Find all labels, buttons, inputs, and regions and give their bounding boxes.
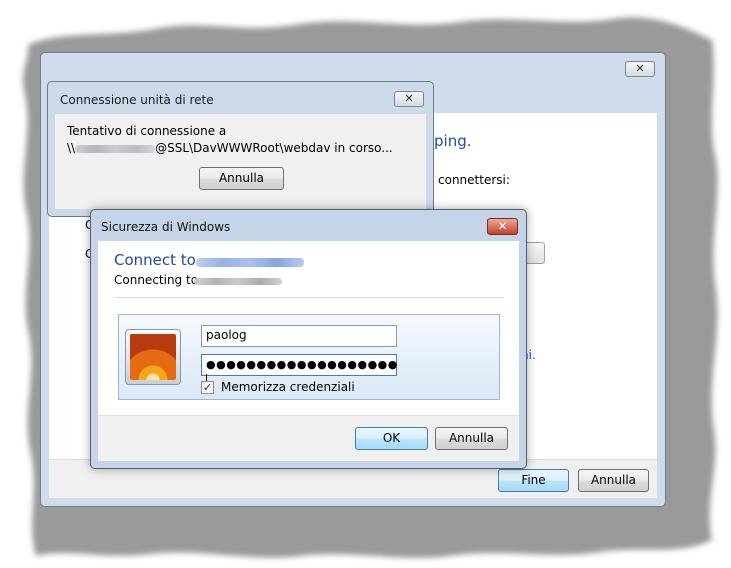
remember-label: Memorizza credenziali [221,380,355,394]
connecting-dialog: Connessione unità di rete ✕ Tentativo di… [47,81,434,217]
redacted-host-heading [196,258,304,267]
windows-security-dialog: Sicurezza di Windows ✕ Connect to Connec… [90,209,527,469]
redacted-server-name [75,144,156,153]
main-window-close-button[interactable]: ✕ [625,61,655,77]
connecting-to-text: Connecting to [114,273,199,287]
redacted-host-sub [194,278,282,285]
connecting-dialog-close-button[interactable]: ✕ [394,91,424,107]
connecting-message-line2: \\ @SSL\DavWWWRoot\webdav in corso... [67,141,393,155]
flower-icon [130,334,176,380]
main-cancel-button[interactable]: Annulla [578,469,649,492]
ok-button[interactable]: OK [355,427,428,450]
main-window-instruction: connettersi: [438,173,510,187]
connecting-message-suffix: @SSL\DavWWWRoot\webdav in corso... [155,141,393,155]
security-dialog-title: Sicurezza di Windows [101,220,231,234]
credential-tile: paolog ●●●●●●●●●●●●●●●●●●● ✓ Memorizza c… [118,314,500,400]
username-field[interactable]: paolog [201,325,397,347]
connecting-dialog-title: Connessione unità di rete [60,93,214,107]
connecting-dialog-body: Tentativo di connessione a \\ @SSL\DavWWW… [55,114,426,209]
main-window-titlebar [41,53,665,83]
security-dialog-close-button[interactable]: ✕ [487,218,518,235]
password-field[interactable]: ●●●●●●●●●●●●●●●●●●● [201,354,398,387]
finish-button[interactable]: Fine [498,469,569,492]
password-mask: ●●●●●●●●●●●●●●●●●●● [206,358,398,371]
remember-checkbox[interactable]: ✓ [201,381,214,394]
main-window-heading: ping. [434,132,472,150]
user-avatar [125,329,181,385]
security-dialog-footer: OK Annulla [98,415,519,461]
connecting-message-prefix: \\ [67,141,76,155]
connect-to-heading: Connect to [114,251,196,269]
connecting-cancel-button[interactable]: Annulla [199,167,284,190]
connecting-message-line1: Tentativo di connessione a [67,124,227,138]
separator [114,297,503,298]
security-cancel-button[interactable]: Annulla [435,427,508,450]
